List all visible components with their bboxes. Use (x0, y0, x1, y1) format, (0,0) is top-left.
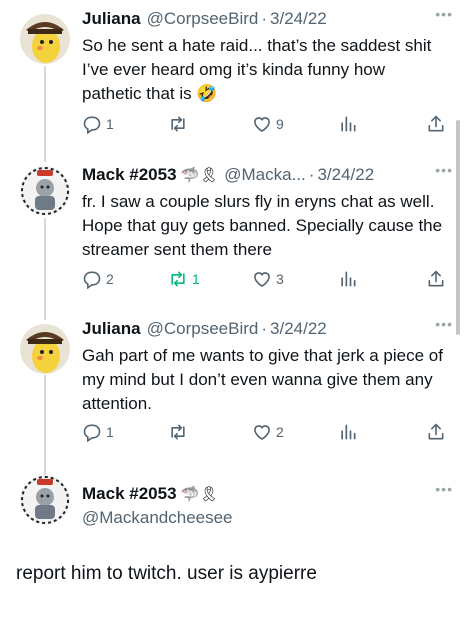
reply-button[interactable]: 1 (82, 114, 114, 134)
views-icon (338, 269, 358, 289)
like-count: 9 (276, 116, 284, 132)
like-button[interactable]: 9 (252, 114, 284, 134)
display-name[interactable]: Mack #2053 (82, 484, 177, 504)
views-button[interactable] (338, 422, 358, 442)
focused-tweet[interactable]: Mack #2053 🦈🎗 ••• @Mackandcheesee (0, 465, 465, 619)
like-count: 3 (276, 271, 284, 287)
separator: · (261, 319, 268, 338)
avatar[interactable] (20, 14, 70, 64)
display-name[interactable]: Mack #2053 (82, 165, 177, 185)
share-button[interactable] (426, 269, 446, 289)
tweet[interactable]: Juliana @CorpseeBird · 3/24/22 ••• Gah p… (0, 310, 465, 465)
profile-badges: 🦈🎗 (180, 486, 219, 503)
avatar-bird-icon (20, 324, 70, 374)
username[interactable]: @CorpseeBird (147, 9, 259, 29)
more-icon[interactable]: ••• (435, 6, 453, 22)
focused-tweet-text: report him to twitch. user is aypierre (16, 563, 317, 584)
timestamp[interactable]: 3/24/22 (317, 165, 374, 185)
more-icon[interactable]: ••• (435, 162, 453, 178)
share-icon (426, 269, 446, 289)
retweet-button[interactable] (168, 422, 192, 442)
retweet-icon (168, 422, 188, 442)
reply-icon (82, 269, 102, 289)
tweet-header: Mack #2053 🦈🎗 @Macka... · 3/24/22 ••• (82, 162, 453, 186)
tweet-subheader: @Mackandcheesee (82, 507, 453, 529)
username[interactable]: @Mackandcheesee (82, 508, 233, 528)
reply-button[interactable]: 2 (82, 269, 114, 289)
views-icon (338, 114, 358, 134)
like-count: 2 (276, 424, 284, 440)
share-icon (426, 422, 446, 442)
username[interactable]: @CorpseeBird (147, 319, 259, 339)
reply-icon (82, 422, 102, 442)
tweet-text: fr. I saw a couple slurs fly in eryns ch… (82, 192, 443, 259)
timestamp[interactable]: 3/24/22 (270, 319, 327, 339)
tweet-text: So he sent a hate raid... that’s the sad… (82, 36, 432, 103)
reply-count: 1 (106, 424, 114, 440)
tweet[interactable]: Mack #2053 🦈🎗 @Macka... · 3/24/22 ••• fr… (0, 150, 465, 310)
views-button[interactable] (338, 269, 358, 289)
like-button[interactable]: 3 (252, 269, 284, 289)
action-bar: 2 1 3 (82, 269, 452, 291)
retweet-button[interactable] (168, 114, 192, 134)
separator: · (261, 9, 268, 28)
tweet-header: Mack #2053 🦈🎗 ••• (82, 481, 453, 505)
share-icon (426, 114, 446, 134)
timestamp[interactable]: 3/24/22 (270, 9, 327, 29)
share-button[interactable] (426, 422, 446, 442)
avatar[interactable] (20, 475, 70, 525)
retweet-button[interactable]: 1 (168, 269, 200, 289)
like-icon (252, 269, 272, 289)
reply-icon (82, 114, 102, 134)
avatar-character-icon (20, 166, 70, 216)
share-button[interactable] (426, 114, 446, 134)
retweet-icon (168, 114, 188, 134)
username[interactable]: @Macka... (224, 165, 306, 185)
reply-button[interactable]: 1 (82, 422, 114, 442)
avatar-bird-icon (20, 14, 70, 64)
views-icon (338, 422, 358, 442)
like-button[interactable]: 2 (252, 422, 284, 442)
more-icon[interactable]: ••• (435, 316, 453, 332)
retweet-icon (168, 269, 188, 289)
avatar[interactable] (20, 166, 70, 216)
retweet-count: 1 (192, 271, 200, 287)
action-bar: 1 9 (82, 114, 452, 136)
separator: · (308, 165, 315, 184)
like-icon (252, 114, 272, 134)
avatar-character-icon (20, 475, 70, 525)
tweet[interactable]: Juliana @CorpseeBird · 3/24/22 ••• So he… (0, 0, 465, 150)
action-bar: 1 2 (82, 422, 452, 444)
tweet-text: Gah part of me wants to give that jerk a… (82, 346, 443, 413)
tweet-header: Juliana @CorpseeBird · 3/24/22 ••• (82, 316, 453, 340)
display-name[interactable]: Juliana (82, 319, 141, 339)
display-name[interactable]: Juliana (82, 9, 141, 29)
profile-badges: 🦈🎗 (180, 167, 219, 184)
reply-count: 2 (106, 271, 114, 287)
reply-count: 1 (106, 116, 114, 132)
scrollbar[interactable] (456, 120, 460, 335)
more-icon[interactable]: ••• (435, 481, 453, 497)
tweet-header: Juliana @CorpseeBird · 3/24/22 ••• (82, 6, 453, 30)
avatar[interactable] (20, 324, 70, 374)
like-icon (252, 422, 272, 442)
views-button[interactable] (338, 114, 358, 134)
